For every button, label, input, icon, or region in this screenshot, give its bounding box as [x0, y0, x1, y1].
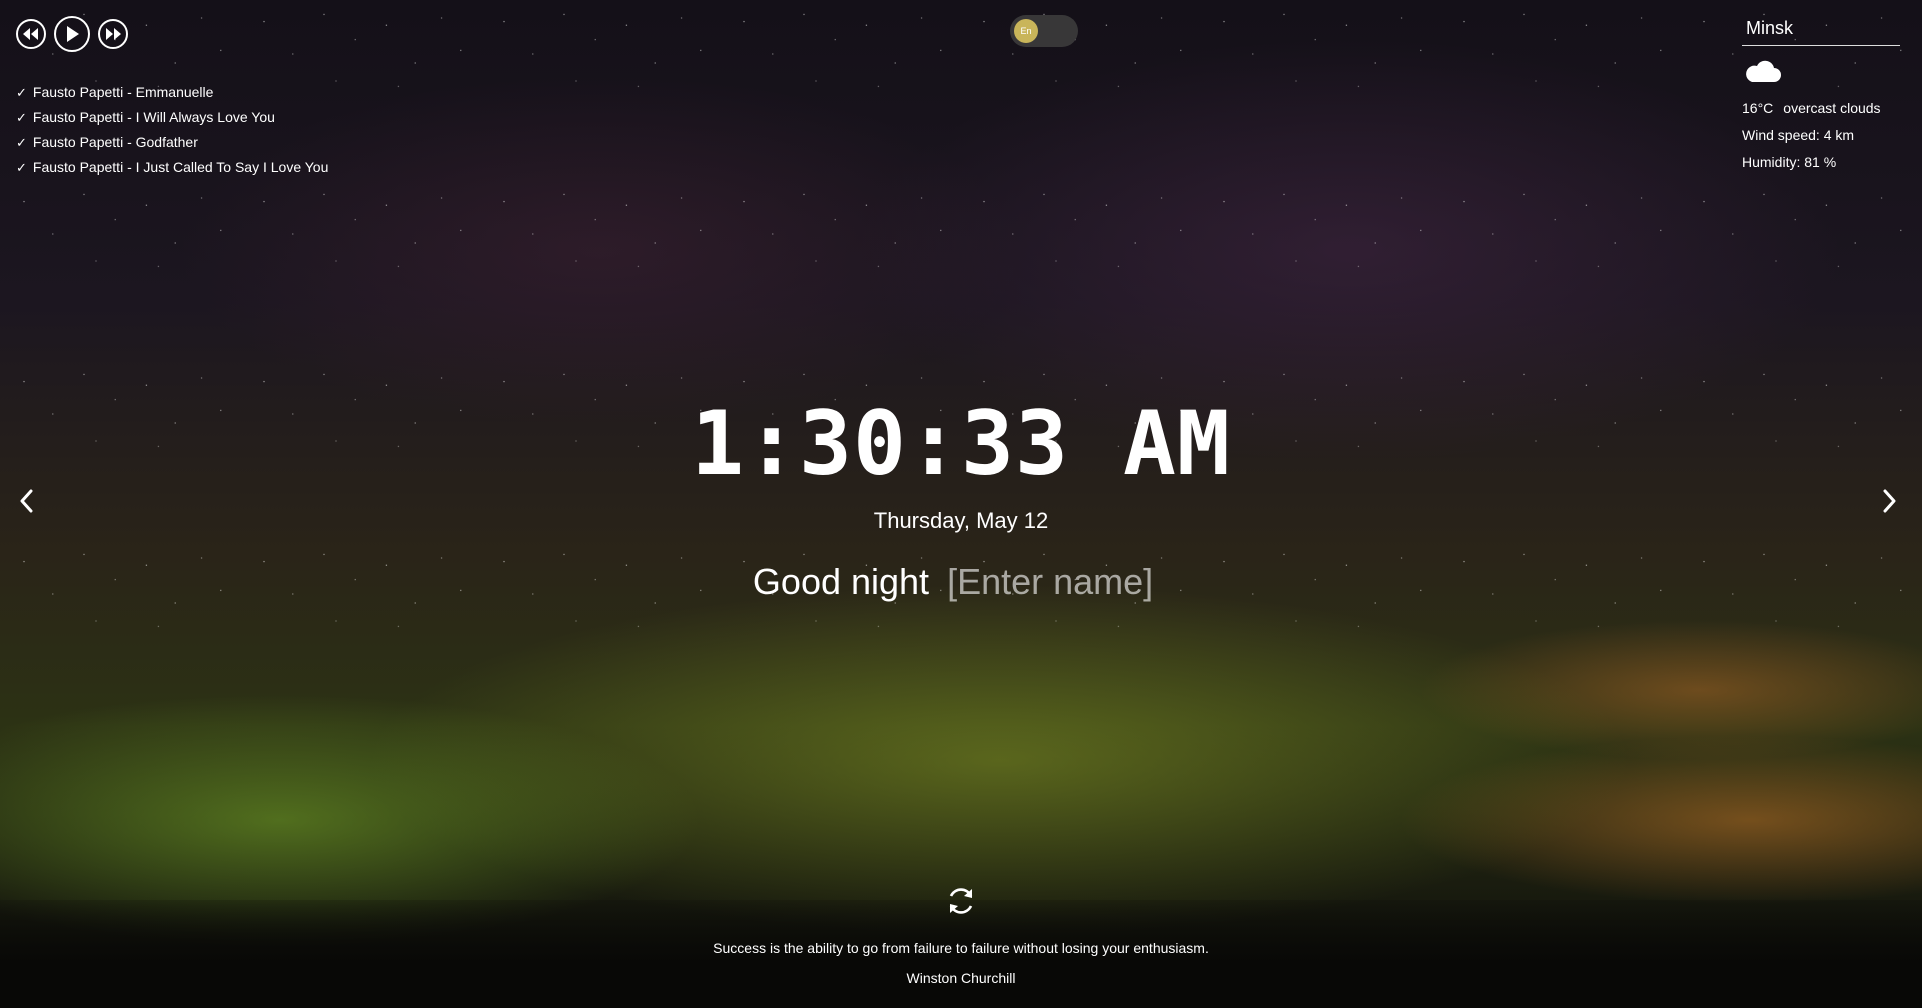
name-input[interactable] — [945, 560, 1170, 604]
cloud-icon — [1746, 60, 1781, 82]
play-icon — [67, 26, 79, 42]
toggle-knob: En — [1014, 19, 1038, 43]
track-title: Fausto Papetti - Emmanuelle — [32, 84, 214, 100]
playlist-item[interactable]: ✓ Fausto Papetti - I Just Called To Say … — [16, 155, 328, 180]
clock-time: 1:30:33 AM — [691, 392, 1231, 495]
check-icon: ✓ — [16, 110, 27, 125]
quote-author: Winston Churchill — [906, 970, 1016, 986]
language-toggle[interactable]: En — [1010, 15, 1078, 47]
greeting: Good night — [0, 560, 1922, 604]
check-icon: ✓ — [16, 85, 27, 100]
play-button[interactable] — [54, 16, 90, 52]
temperature: 16°C — [1742, 100, 1774, 116]
wind-speed: Wind speed: 4 km — [1742, 127, 1855, 143]
track-title: Fausto Papetti - Godfather — [32, 134, 198, 150]
clock-date: Thursday, May 12 — [873, 508, 1049, 533]
audio-player — [16, 16, 128, 52]
refresh-icon — [949, 888, 973, 914]
greeting-text: Good night — [752, 561, 930, 602]
track-title: Fausto Papetti - I Will Always Love You — [32, 109, 275, 125]
check-icon: ✓ — [16, 135, 27, 150]
playlist: ✓ Fausto Papetti - Emmanuelle ✓ Fausto P… — [16, 80, 328, 180]
playlist-item[interactable]: ✓ Fausto Papetti - Emmanuelle — [16, 80, 328, 105]
prev-track-button[interactable] — [16, 19, 46, 49]
playlist-item[interactable]: ✓ Fausto Papetti - I Will Always Love Yo… — [16, 105, 328, 130]
city-input[interactable] — [1742, 14, 1900, 46]
check-icon: ✓ — [16, 160, 27, 175]
playlist-item[interactable]: ✓ Fausto Papetti - Godfather — [16, 130, 328, 155]
rewind-icon — [23, 28, 38, 40]
weather-description: overcast clouds — [1783, 100, 1881, 116]
weather-widget: 16°C overcast clouds Wind speed: 4 km Hu… — [1742, 14, 1900, 176]
refresh-quote-button[interactable] — [944, 884, 978, 918]
humidity: Humidity: 81 % — [1742, 154, 1837, 170]
next-track-button[interactable] — [98, 19, 128, 49]
quote-text: Success is the ability to go from failur… — [713, 940, 1209, 956]
fast-forward-icon — [106, 28, 121, 40]
track-title: Fausto Papetti - I Just Called To Say I … — [32, 159, 329, 175]
